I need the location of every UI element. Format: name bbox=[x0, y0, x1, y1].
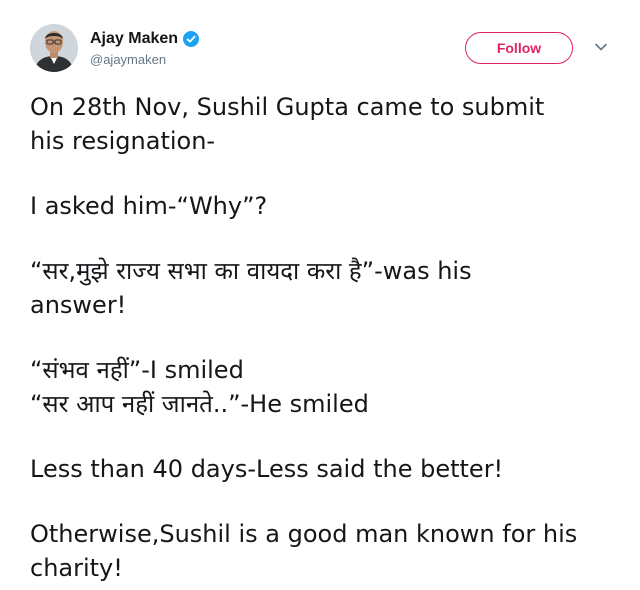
avatar-image bbox=[30, 24, 78, 72]
tweet-line: On 28th Nov, Sushil Gupta came to submit bbox=[30, 93, 545, 121]
verified-badge-icon bbox=[183, 31, 200, 47]
author-display-name[interactable]: Ajay Maken bbox=[90, 30, 178, 48]
avatar[interactable] bbox=[30, 24, 78, 72]
follow-button[interactable]: Follow bbox=[465, 32, 573, 64]
tweet-paragraph: Otherwise,Sushil is a good man known for… bbox=[30, 517, 615, 585]
tweet-line: “संभव नहीं”-I smiled bbox=[30, 356, 244, 384]
tweet-paragraph: Less than 40 days-Less said the better! bbox=[30, 452, 615, 486]
tweet-line: answer! bbox=[30, 291, 127, 319]
author-name-row: Ajay Maken bbox=[90, 28, 200, 50]
author-block: Ajay Maken @ajaymaken bbox=[90, 28, 200, 67]
tweet-paragraph: “सर,मुझे राज्य सभा का वायदा करा है”-was … bbox=[30, 254, 615, 322]
tweet-line: “सर आप नहीं जानते..”-He smiled bbox=[30, 390, 369, 418]
tweet-line: I asked him-“Why”? bbox=[30, 192, 268, 220]
tweet-paragraph: On 28th Nov, Sushil Gupta came to submit… bbox=[30, 90, 615, 158]
tweet-paragraph: I asked him-“Why”? bbox=[30, 189, 615, 223]
tweet-text: On 28th Nov, Sushil Gupta came to submit… bbox=[30, 90, 615, 585]
tweet-line: his resignation- bbox=[30, 127, 216, 155]
tweet-card: Ajay Maken @ajaymaken Follow On 28th Nov… bbox=[0, 0, 640, 590]
tweet-line: “सर,मुझे राज्य सभा का वायदा करा है”-was … bbox=[30, 257, 472, 285]
tweet-line: Less than 40 days-Less said the better! bbox=[30, 455, 504, 483]
tweet-paragraph: “संभव नहीं”-I smiled “सर आप नहीं जानते..… bbox=[30, 353, 615, 421]
tweet-line: Otherwise,Sushil is a good man known for… bbox=[30, 520, 578, 548]
chevron-down-icon[interactable] bbox=[594, 42, 608, 52]
author-handle[interactable]: @ajaymaken bbox=[90, 52, 199, 67]
tweet-line: charity! bbox=[30, 554, 123, 582]
